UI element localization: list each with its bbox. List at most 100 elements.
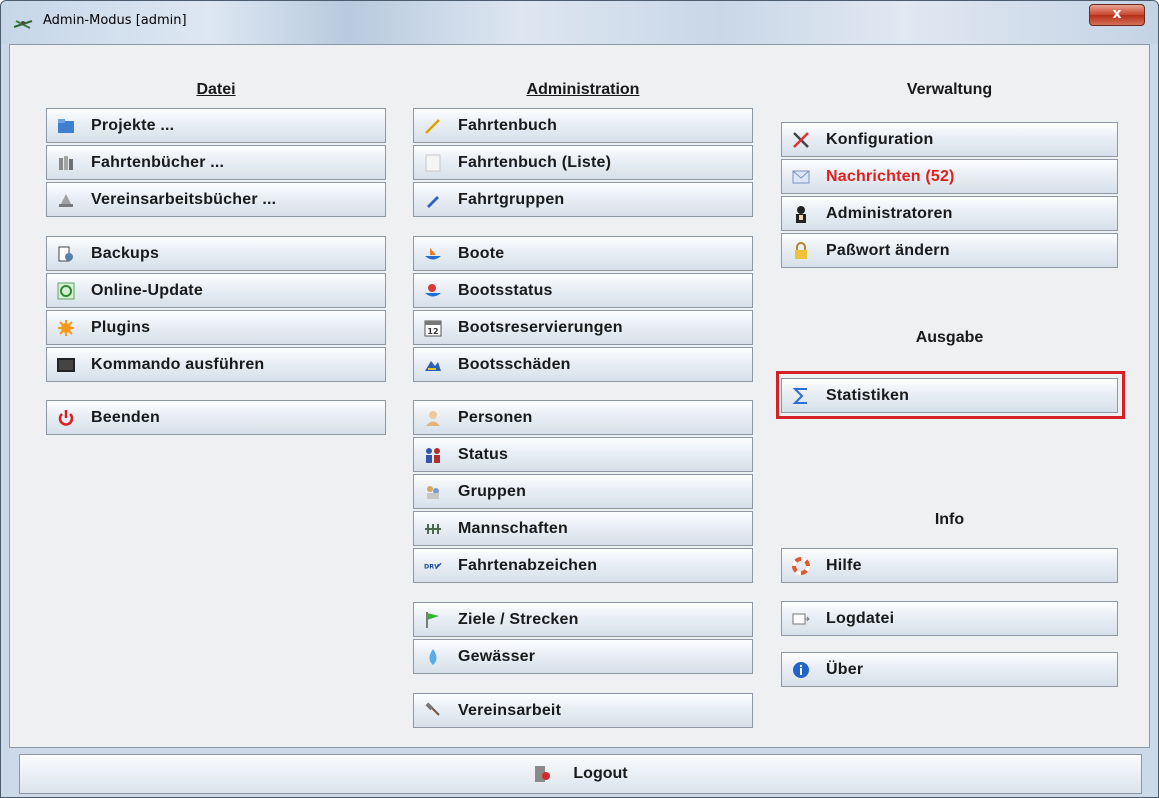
- plugin-icon: [57, 319, 75, 337]
- nachrichten-label: Nachrichten (52): [826, 167, 955, 185]
- gewaesser-label: Gewässer: [458, 647, 536, 665]
- list-icon: [424, 154, 442, 172]
- people-icon: [424, 446, 442, 464]
- fahrtenabzeichen-label: Fahrtenabzeichen: [458, 556, 598, 574]
- konfiguration-label: Konfiguration: [826, 130, 934, 148]
- bootsschaeden-label: Bootsschäden: [458, 355, 571, 373]
- fahrtgruppen-label: Fahrtgruppen: [458, 190, 565, 208]
- info-icon: [792, 661, 810, 679]
- hammer-icon: [424, 701, 442, 720]
- logdatei-button[interactable]: Logdatei: [781, 601, 1118, 636]
- work-books-icon: [57, 191, 75, 209]
- lifebuoy-icon: [792, 556, 810, 575]
- books-icon: [57, 154, 75, 172]
- calendar-icon: 12: [424, 319, 442, 337]
- personen-button[interactable]: Personen: [413, 400, 753, 435]
- fahrtenbuecher-button[interactable]: Fahrtenbücher ...: [46, 145, 386, 180]
- fahrtenbuch-liste-label: Fahrtenbuch (Liste): [458, 153, 612, 171]
- vereinsarbeitsbuecher-label: Vereinsarbeitsbücher ...: [91, 190, 277, 208]
- backup-icon: [57, 245, 75, 263]
- statistiken-highlight: [776, 371, 1125, 419]
- bootsreservierungen-button[interactable]: 12 Bootsreservierungen: [413, 310, 753, 345]
- hilfe-label: Hilfe: [826, 556, 862, 574]
- kommando-label: Kommando ausführen: [91, 355, 265, 373]
- folder-icon: [57, 117, 75, 135]
- window-title: Admin-Modus [admin]: [43, 13, 187, 28]
- svg-text:12: 12: [427, 327, 438, 336]
- log-icon: [792, 610, 810, 628]
- terminal-icon: [57, 356, 75, 374]
- rowing-app-icon: [13, 16, 33, 30]
- administratoren-button[interactable]: Administratoren: [781, 196, 1118, 231]
- drv-badge-icon: DRV: [424, 557, 442, 575]
- title-bar[interactable]: Admin-Modus [admin] x: [1, 1, 1158, 44]
- personen-label: Personen: [458, 408, 533, 426]
- projekte-button[interactable]: Projekte ...: [46, 108, 386, 143]
- ziele-strecken-button[interactable]: Ziele / Strecken: [413, 602, 753, 637]
- bootsreservierungen-label: Bootsreservierungen: [458, 318, 623, 336]
- boote-label: Boote: [458, 244, 505, 262]
- admin-icon: [792, 205, 810, 223]
- bootsschaeden-button[interactable]: Bootsschäden: [413, 347, 753, 382]
- vereinsarbeit-label: Vereinsarbeit: [458, 701, 562, 719]
- fahrtenbuch-liste-button[interactable]: Fahrtenbuch (Liste): [413, 145, 753, 180]
- close-button[interactable]: x: [1089, 4, 1145, 26]
- logout-button[interactable]: Logout: [19, 754, 1142, 794]
- mannschaften-label: Mannschaften: [458, 519, 568, 537]
- power-icon: [57, 409, 75, 427]
- datei-header: Datei: [196, 81, 236, 98]
- online-update-label: Online-Update: [91, 281, 203, 299]
- hilfe-button[interactable]: Hilfe: [781, 548, 1118, 583]
- projekte-label: Projekte ...: [91, 116, 175, 134]
- mail-icon: [792, 168, 810, 186]
- bootsstatus-label: Bootsstatus: [458, 281, 553, 299]
- lock-icon: [792, 241, 810, 260]
- damage-icon: [424, 356, 442, 374]
- nachrichten-button[interactable]: Nachrichten (52): [781, 159, 1118, 194]
- gruppen-label: Gruppen: [458, 482, 527, 500]
- mannschaften-button[interactable]: Mannschaften: [413, 511, 753, 546]
- status-label: Status: [458, 445, 509, 463]
- administration-header: Administration: [526, 81, 640, 98]
- boat-status-icon: [424, 282, 442, 300]
- online-update-button[interactable]: Online-Update: [46, 273, 386, 308]
- info-header: Info: [934, 511, 965, 528]
- vereinsarbeit-button[interactable]: Vereinsarbeit: [413, 693, 753, 728]
- ziele-strecken-label: Ziele / Strecken: [458, 610, 579, 628]
- fahrtenabzeichen-button[interactable]: DRV Fahrtenabzeichen: [413, 548, 753, 583]
- plugins-button[interactable]: Plugins: [46, 310, 386, 345]
- boat-icon: [424, 245, 442, 263]
- logdatei-label: Logdatei: [826, 609, 895, 627]
- person-icon: [424, 409, 442, 427]
- passwort-aendern-button[interactable]: Paßwort ändern: [781, 233, 1118, 268]
- ausgabe-header: Ausgabe: [915, 329, 984, 346]
- admin-window: Admin-Modus [admin] x Datei Administrati…: [0, 0, 1159, 798]
- vereinsarbeitsbuecher-button[interactable]: Vereinsarbeitsbücher ...: [46, 182, 386, 217]
- water-drop-icon: [424, 648, 442, 666]
- fahrtgruppen-button[interactable]: Fahrtgruppen: [413, 182, 753, 217]
- gruppen-button[interactable]: Gruppen: [413, 474, 753, 509]
- flag-icon: [424, 611, 442, 629]
- ueber-button[interactable]: Über: [781, 652, 1118, 687]
- backups-label: Backups: [91, 244, 160, 262]
- fahrtenbuch-button[interactable]: Fahrtenbuch: [413, 108, 753, 143]
- konfiguration-button[interactable]: Konfiguration: [781, 122, 1118, 157]
- pencil-icon: [424, 117, 442, 135]
- group-icon: [424, 483, 442, 501]
- fahrtenbuch-label: Fahrtenbuch: [458, 116, 558, 134]
- plugins-label: Plugins: [91, 318, 151, 336]
- kommando-button[interactable]: Kommando ausführen: [46, 347, 386, 382]
- verwaltung-header: Verwaltung: [906, 81, 993, 98]
- backups-button[interactable]: Backups: [46, 236, 386, 271]
- crew-icon: [424, 520, 442, 538]
- passwort-aendern-label: Paßwort ändern: [826, 241, 950, 259]
- bootsstatus-button[interactable]: Bootsstatus: [413, 273, 753, 308]
- status-button[interactable]: Status: [413, 437, 753, 472]
- fahrtenbuecher-label: Fahrtenbücher ...: [91, 153, 225, 171]
- boote-button[interactable]: Boote: [413, 236, 753, 271]
- gewaesser-button[interactable]: Gewässer: [413, 639, 753, 674]
- tools-icon: [792, 131, 810, 149]
- administratoren-label: Administratoren: [826, 204, 953, 222]
- beenden-label: Beenden: [91, 408, 160, 426]
- beenden-button[interactable]: Beenden: [46, 400, 386, 435]
